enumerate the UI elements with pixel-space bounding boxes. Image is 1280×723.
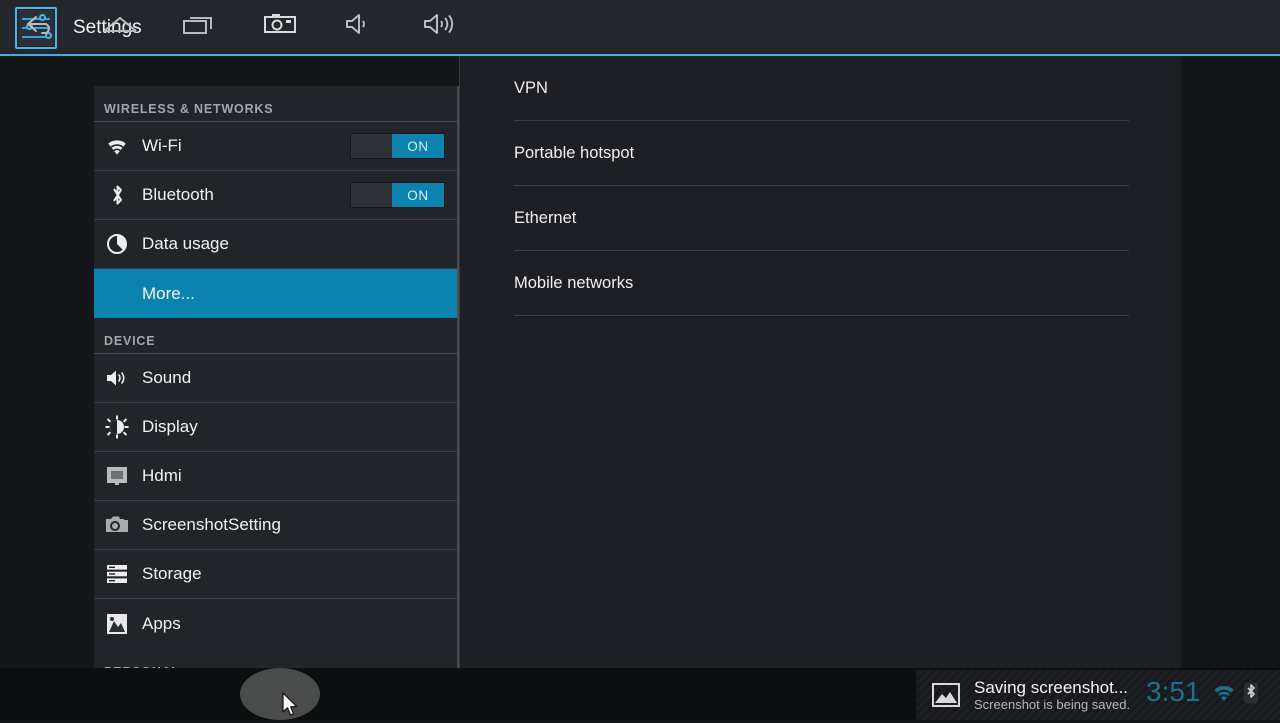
hdmi-monitor-icon (104, 463, 130, 489)
mouse-cursor (282, 692, 300, 718)
storage-icon (104, 561, 130, 587)
nav-recents-button[interactable] (160, 0, 240, 52)
nav-screenshot-button[interactable] (240, 0, 320, 52)
toggle-on-label: ON (392, 183, 444, 207)
sidebar-item-apps[interactable]: Apps (94, 599, 457, 648)
panel-item-mobile-networks[interactable]: Mobile networks (514, 251, 1129, 316)
toggle-off-track (351, 183, 392, 207)
nav-home-button[interactable] (80, 0, 160, 52)
sidebar-item-hdmi[interactable]: Hdmi (94, 452, 457, 501)
toggle-off-track (351, 134, 392, 158)
notification-title: Saving screenshot... (974, 677, 1129, 697)
sound-icon (104, 365, 130, 391)
wifi-status-icon[interactable] (1212, 684, 1236, 707)
sidebar-item-storage[interactable]: Storage (94, 550, 457, 599)
sidebar-item-label: Sound (142, 368, 192, 387)
bluetooth-status-icon[interactable] (1243, 682, 1259, 709)
back-icon (23, 12, 57, 41)
sidebar-item-label: More... (142, 283, 195, 303)
panel-item-ethernet[interactable]: Ethernet (514, 186, 1129, 251)
nav-back-button[interactable] (0, 0, 80, 52)
sidebar-item-more[interactable]: More... (94, 269, 457, 318)
camera-icon (104, 512, 130, 538)
sidebar-item-icon-placeholder (104, 281, 130, 307)
sidebar-item-label: Data usage (142, 234, 229, 253)
toggle-on-label: ON (392, 134, 444, 158)
sidebar-item-data-usage[interactable]: Data usage (94, 220, 457, 269)
nav-volume-up-button[interactable] (400, 0, 480, 52)
sidebar-item-label: Display (142, 417, 198, 436)
sidebar-item-bluetooth[interactable]: Bluetooth ON (94, 171, 457, 220)
sidebar-section-device: DEVICE (94, 318, 457, 354)
data-usage-icon (104, 231, 130, 257)
bluetooth-icon (104, 182, 130, 208)
panel-item-label: VPN (514, 78, 548, 97)
nav-volume-down-button[interactable] (320, 0, 400, 52)
sidebar-item-label: Bluetooth (142, 185, 214, 204)
screenshot-icon (263, 12, 297, 41)
wifi-icon (104, 133, 130, 159)
settings-sidebar: WIRELESS & NETWORKS Wi-Fi ON Bluetooth O… (94, 86, 459, 679)
sidebar-item-sound[interactable]: Sound (94, 354, 457, 403)
screenshot-button-highlight (240, 668, 320, 720)
notification-subtitle: Screenshot is being saved. (974, 696, 1131, 712)
sidebar-item-wifi[interactable]: Wi-Fi ON (94, 122, 457, 171)
more-networks-panel: VPN Portable hotspot Ethernet Mobile net… (459, 56, 1181, 668)
sidebar-item-label: Apps (142, 613, 181, 633)
panel-item-label: Mobile networks (514, 273, 634, 292)
notification-text: Saving screenshot... Screenshot is being… (974, 677, 1131, 712)
sidebar-item-screenshotsetting[interactable]: ScreenshotSetting (94, 501, 457, 550)
sidebar-item-label: Wi-Fi (142, 136, 182, 155)
sidebar-section-wireless-networks: WIRELESS & NETWORKS (94, 86, 457, 122)
bluetooth-toggle[interactable]: ON (350, 182, 445, 208)
status-clock[interactable]: 3:51 (1146, 676, 1201, 708)
display-brightness-icon (104, 414, 130, 440)
image-icon (932, 683, 960, 707)
sidebar-item-display[interactable]: Display (94, 403, 457, 452)
home-icon (100, 12, 140, 41)
recents-icon (181, 12, 219, 41)
volume-down-icon (343, 12, 377, 41)
sidebar-item-label: Storage (142, 564, 202, 583)
content-area: VPN Portable hotspot Ethernet Mobile net… (0, 56, 1280, 679)
panel-item-label: Ethernet (514, 208, 577, 227)
sidebar-item-label: Hdmi (142, 466, 182, 485)
panel-item-portable-hotspot[interactable]: Portable hotspot (514, 121, 1129, 186)
panel-item-label: Portable hotspot (514, 143, 635, 162)
panel-item-vpn[interactable]: VPN (514, 56, 1129, 121)
apps-image-icon (104, 611, 130, 637)
sidebar-item-label: ScreenshotSetting (142, 515, 281, 534)
wifi-toggle[interactable]: ON (350, 133, 445, 159)
volume-up-icon (422, 12, 458, 41)
